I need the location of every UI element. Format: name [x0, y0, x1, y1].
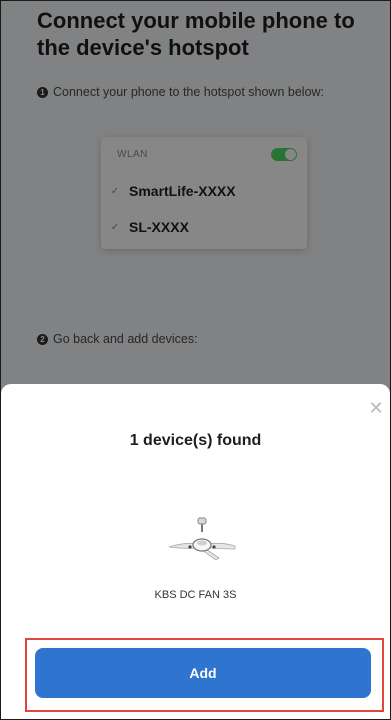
ceiling-fan-icon — [168, 517, 236, 561]
device-found-sheet: ✕ 1 device(s) found KBS DC FAN 3S Add — [1, 384, 390, 719]
devices-found-title: 1 device(s) found — [129, 432, 262, 449]
close-icon[interactable]: ✕ — [368, 399, 384, 417]
app-screen: Connect your mobile phone to the device'… — [0, 0, 391, 720]
device-name: KBS DC FAN 3S — [154, 589, 237, 601]
add-button[interactable]: Add — [35, 648, 371, 698]
